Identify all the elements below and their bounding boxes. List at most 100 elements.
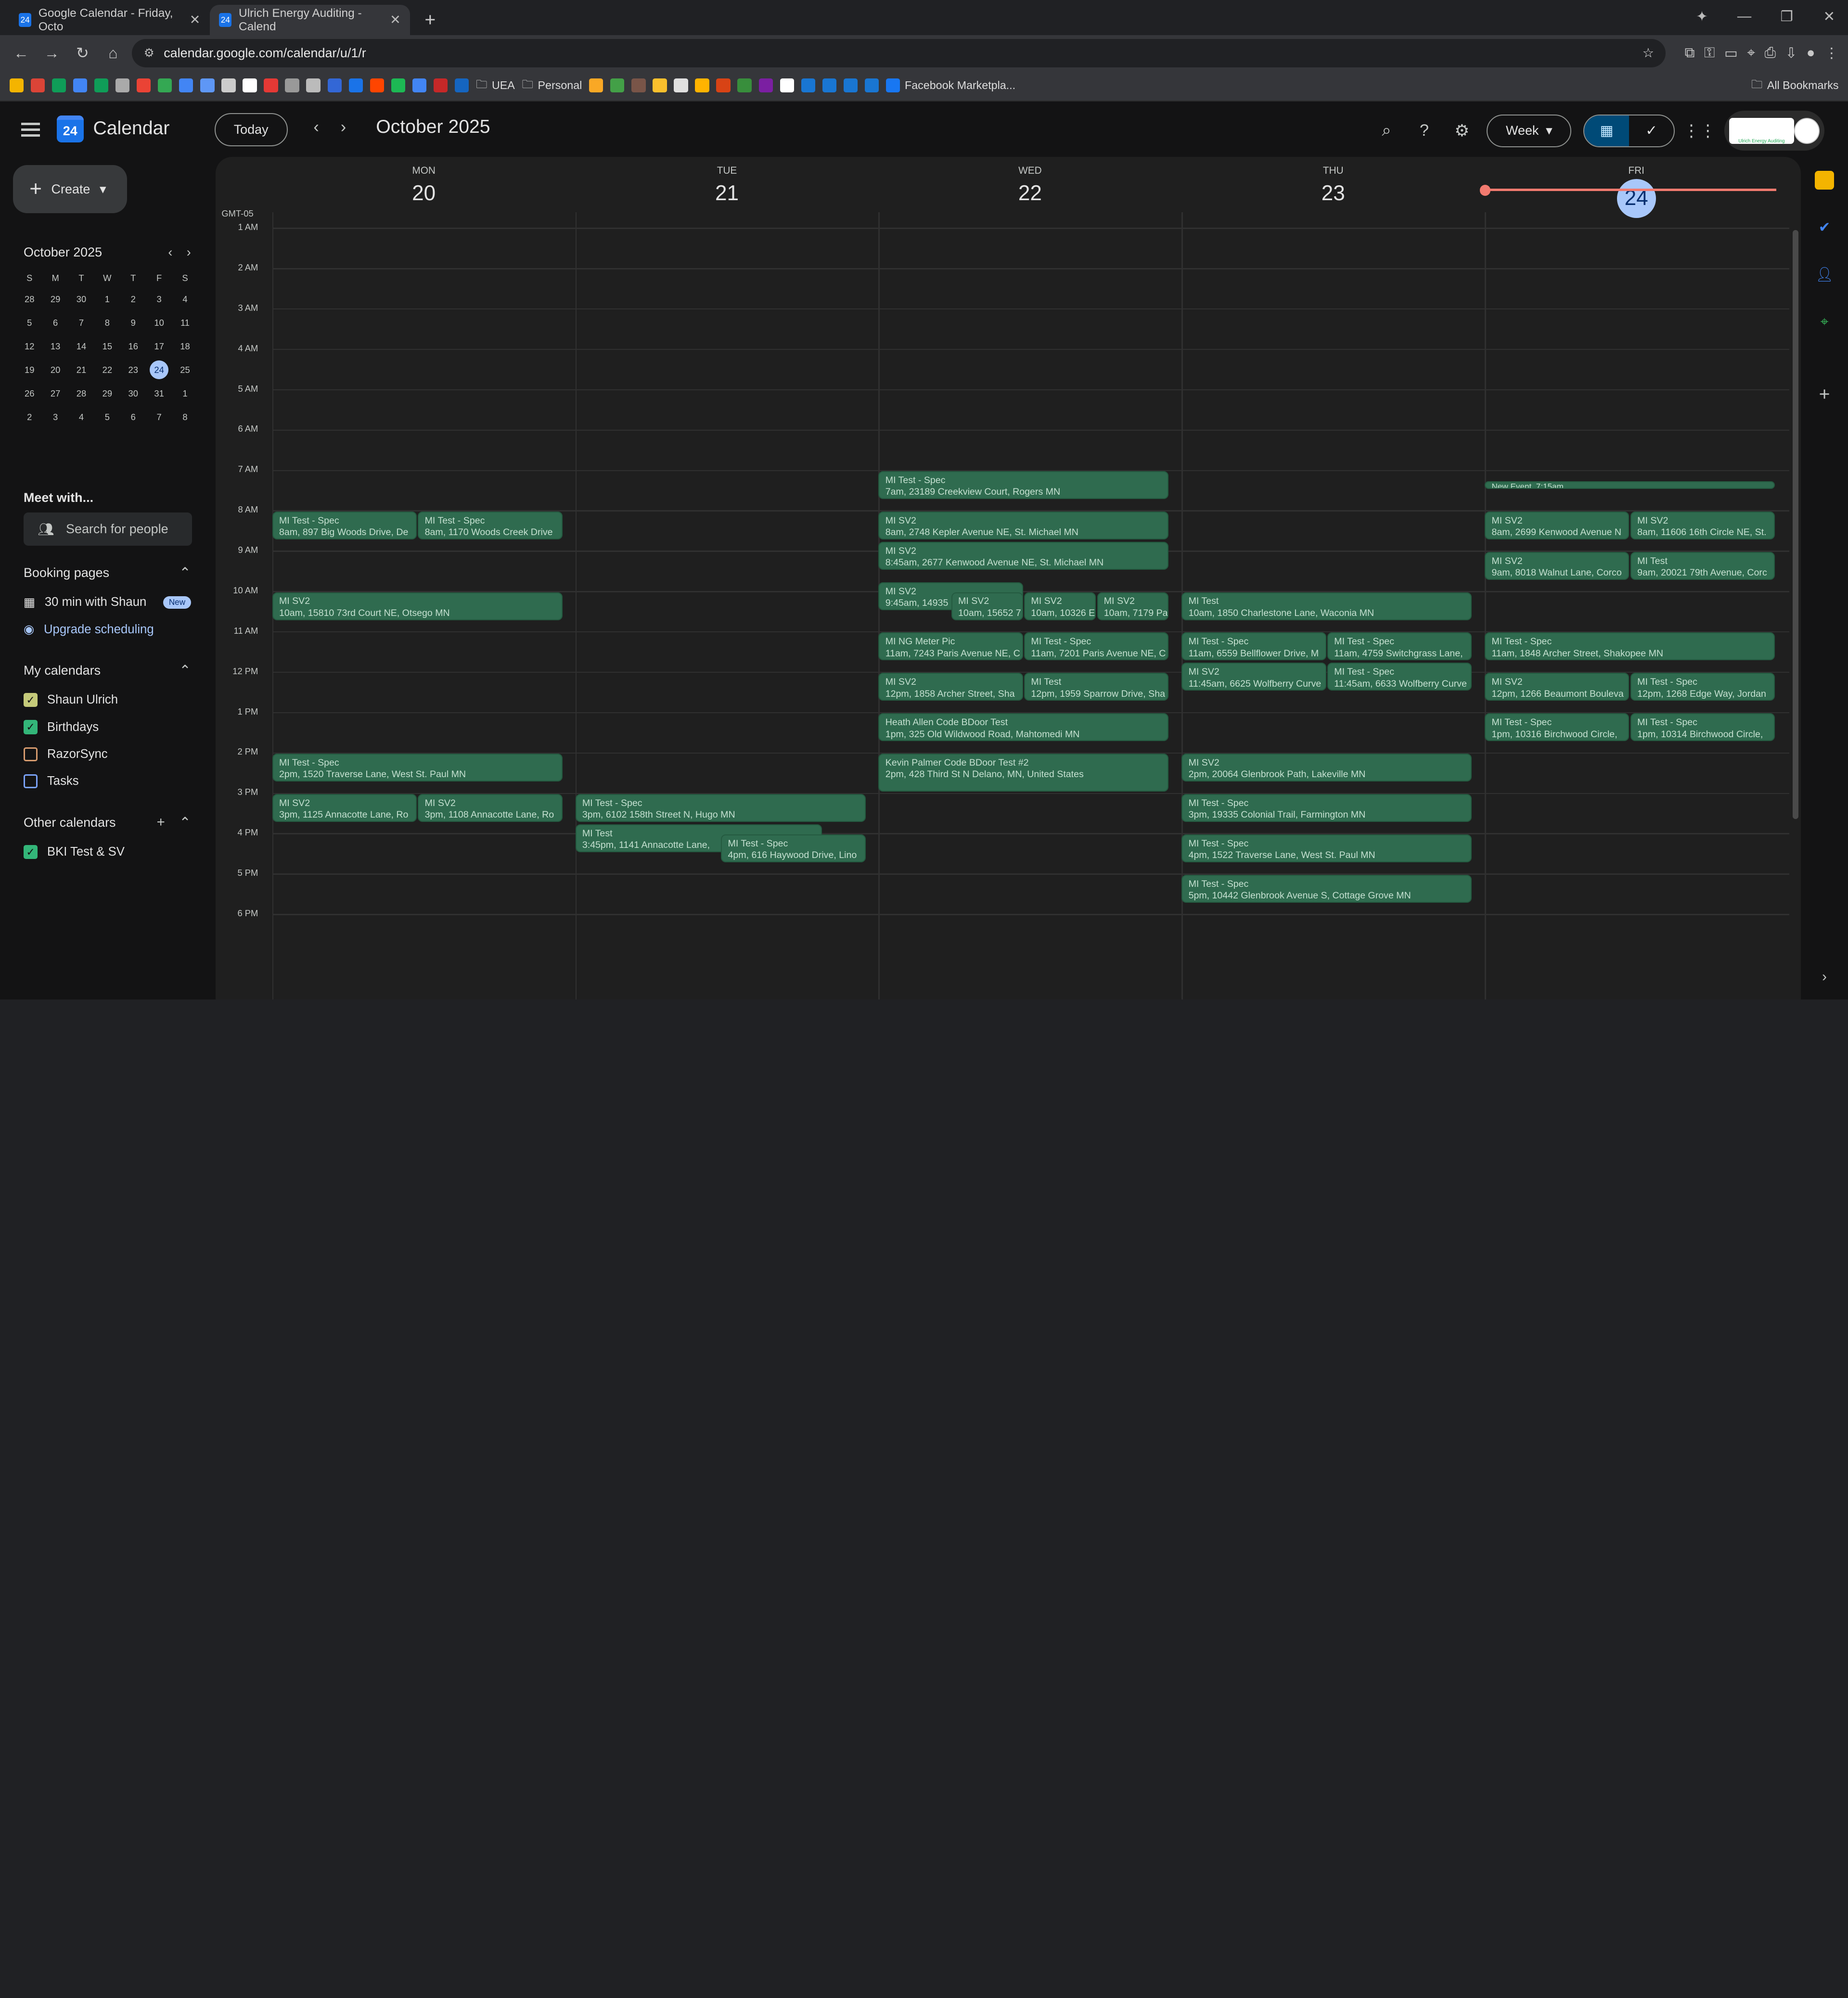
calendar-event[interactable]: MI Test - Spec 11am, 7201 Paris Avenue NE… bbox=[1024, 632, 1169, 661]
today-button[interactable]: Today bbox=[214, 113, 288, 146]
bookmark-icon[interactable] bbox=[433, 78, 448, 93]
calendar-event[interactable]: MI Test - Spec 2pm, 1520 Traverse Lane, W… bbox=[272, 754, 563, 782]
mini-next-month-icon[interactable]: › bbox=[187, 245, 191, 260]
day-number[interactable]: 20 bbox=[272, 181, 576, 205]
view-selector[interactable]: Week ▾ bbox=[1487, 114, 1572, 148]
mini-day[interactable]: 1 bbox=[94, 288, 120, 311]
booking-pages-section[interactable]: Booking pages ⌃ bbox=[24, 564, 191, 581]
keep-icon[interactable] bbox=[1815, 171, 1834, 190]
calendar-checkbox[interactable]: ✓ bbox=[23, 692, 38, 707]
mini-day[interactable]: 29 bbox=[42, 288, 68, 311]
bookmark-icon[interactable] bbox=[221, 78, 236, 93]
calendar-event[interactable]: MI Test 9am, 20021 79th Avenue, Corc bbox=[1630, 551, 1775, 580]
mini-day[interactable]: 28 bbox=[68, 382, 94, 405]
bookmark-facebook-marketplace[interactable]: Facebook Marketpla... bbox=[886, 78, 1015, 93]
calendar-checkbox[interactable] bbox=[23, 747, 38, 762]
calendar-event[interactable]: MI Test - Spec 11am, 1848 Archer Street, … bbox=[1485, 632, 1775, 661]
bookmark-icon[interactable] bbox=[73, 78, 88, 93]
site-info-icon[interactable]: ⚙ bbox=[144, 46, 154, 60]
day-header[interactable]: THU 23 bbox=[1181, 157, 1485, 217]
calendar-event[interactable]: MI SV2 12pm, 1858 Archer Street, Sha bbox=[878, 673, 1023, 701]
calendar-event[interactable]: MI SV2 11:45am, 6625 Wolfberry Curve bbox=[1181, 663, 1326, 691]
main-menu-icon[interactable] bbox=[16, 115, 45, 144]
mini-day[interactable]: 30 bbox=[120, 382, 146, 405]
calendar-event[interactable]: MI Test - Spec 1pm, 10314 Birchwood Circl… bbox=[1630, 713, 1775, 742]
expand-panel-icon[interactable]: › bbox=[1815, 968, 1834, 986]
mini-day[interactable]: 7 bbox=[146, 405, 172, 429]
calendar-event[interactable]: MI Test - Spec 8am, 1170 Woods Creek Driv… bbox=[418, 511, 563, 539]
download-icon[interactable]: ⇩ bbox=[1785, 45, 1797, 62]
mini-day[interactable]: 30 bbox=[68, 288, 94, 311]
bookmark-icon[interactable] bbox=[200, 78, 215, 93]
bookmark-icon[interactable] bbox=[179, 78, 193, 93]
bookmark-icon[interactable] bbox=[822, 78, 837, 93]
back-icon[interactable]: ← bbox=[10, 41, 33, 65]
bookmark-icon[interactable] bbox=[412, 78, 427, 93]
calendar-event[interactable]: MI Test - Spec 7am, 23189 Creekview Court… bbox=[878, 471, 1169, 499]
calendar-event[interactable]: New Event, 7:15am bbox=[1485, 481, 1775, 489]
calendar-event[interactable]: MI SV2 3pm, 1108 Annacotte Lane, Ro bbox=[418, 794, 563, 822]
bookmark-icon[interactable] bbox=[716, 78, 731, 93]
mini-day[interactable]: 27 bbox=[42, 382, 68, 405]
calendar-event[interactable]: MI Test 10am, 1850 Charlestone Lane, Waco… bbox=[1181, 592, 1472, 620]
bookmark-icon[interactable] bbox=[653, 78, 667, 93]
previous-week-icon[interactable]: ‹ bbox=[313, 118, 319, 137]
mini-day[interactable]: 14 bbox=[68, 334, 94, 358]
bookmark-icon[interactable] bbox=[391, 78, 406, 93]
minimize-icon[interactable]: — bbox=[1725, 0, 1763, 33]
mini-day[interactable]: 6 bbox=[42, 311, 68, 334]
browser-tab[interactable]: 24 Google Calendar - Friday, Octo ✕ bbox=[10, 5, 210, 36]
mini-day[interactable]: 6 bbox=[120, 405, 146, 429]
calendar-event[interactable]: MI SV2 8am, 11606 16th Circle NE, St. bbox=[1630, 511, 1775, 539]
extensions-icon[interactable]: ⧉ bbox=[1684, 45, 1694, 62]
bookmark-icon[interactable] bbox=[610, 78, 625, 93]
calendar-event[interactable]: MI Test - Spec 4pm, 616 Haywood Drive, Li… bbox=[721, 834, 866, 862]
mini-day[interactable]: 3 bbox=[146, 288, 172, 311]
all-bookmarks[interactable]: 🗀 All Bookmarks bbox=[1751, 76, 1839, 95]
tasks-icon[interactable]: ✔ bbox=[1815, 218, 1834, 237]
calendar-event[interactable]: MI NG Meter Pic 11am, 7243 Paris Avenue N… bbox=[878, 632, 1023, 661]
app-title[interactable]: Calendar bbox=[93, 118, 169, 139]
mini-day[interactable]: 8 bbox=[94, 311, 120, 334]
calendar-list-item[interactable]: ✓ Shaun Ulrich bbox=[23, 692, 118, 707]
mini-day[interactable]: 9 bbox=[120, 311, 146, 334]
bookmark-icon[interactable] bbox=[30, 78, 45, 93]
calendar-event[interactable]: Kevin Palmer Code BDoor Test #2 2pm, 428 … bbox=[878, 754, 1169, 792]
my-calendars-section[interactable]: My calendars ⌃ bbox=[24, 662, 191, 679]
calendar-event[interactable]: MI SV2 2pm, 20064 Glenbrook Path, Lakevil… bbox=[1181, 754, 1472, 782]
day-header[interactable]: FRI 24 bbox=[1485, 157, 1788, 218]
mini-day[interactable]: 13 bbox=[42, 334, 68, 358]
bookmark-icon[interactable] bbox=[370, 78, 385, 93]
mini-day[interactable]: 18 bbox=[172, 334, 198, 358]
calendar-event[interactable]: MI SV2 8am, 2699 Kenwood Avenue N bbox=[1485, 511, 1630, 539]
calendar-event[interactable]: MI Test - Spec 11am, 6559 Bellflower Driv… bbox=[1181, 632, 1326, 661]
bookmark-icon[interactable] bbox=[115, 78, 130, 93]
calendar-list-item[interactable]: ✓ Birthdays bbox=[23, 720, 99, 734]
mini-day[interactable]: 28 bbox=[16, 288, 42, 311]
restore-icon[interactable]: ❐ bbox=[1768, 0, 1806, 33]
bookmark-icon[interactable] bbox=[158, 78, 172, 93]
mini-day[interactable]: 5 bbox=[94, 405, 120, 429]
bookmark-icon[interactable] bbox=[780, 78, 794, 93]
bookmark-icon[interactable] bbox=[737, 78, 752, 93]
browser-tab-active[interactable]: 24 Ulrich Energy Auditing - Calend ✕ bbox=[209, 4, 411, 36]
mini-day[interactable]: 21 bbox=[68, 358, 94, 382]
mini-day[interactable]: 2 bbox=[16, 405, 42, 429]
bookmark-icon[interactable] bbox=[348, 78, 363, 93]
location-icon[interactable]: ⌖ bbox=[1747, 45, 1755, 62]
more-menu-icon[interactable]: ⋮ bbox=[1824, 45, 1838, 62]
calendar-event[interactable]: MI Test - Spec 11am, 4759 Switchgrass Lan… bbox=[1327, 632, 1472, 661]
help-icon[interactable]: ? bbox=[1411, 118, 1437, 144]
mini-day[interactable]: 25 bbox=[172, 358, 198, 382]
day-number[interactable]: 22 bbox=[878, 181, 1181, 205]
calendar-list-item[interactable]: RazorSync bbox=[23, 747, 108, 762]
close-tab-icon[interactable]: ✕ bbox=[190, 13, 201, 27]
mini-day[interactable]: 17 bbox=[146, 334, 172, 358]
bookmark-icon[interactable] bbox=[136, 78, 151, 93]
mini-day[interactable]: 15 bbox=[94, 334, 120, 358]
calendar-list-item[interactable]: Tasks bbox=[23, 774, 79, 789]
mini-day[interactable]: 2 bbox=[120, 288, 146, 311]
reload-icon[interactable]: ↻ bbox=[71, 41, 94, 65]
chevron-up-icon[interactable]: ⌃ bbox=[179, 662, 191, 679]
bookmark-icon[interactable] bbox=[674, 78, 688, 93]
